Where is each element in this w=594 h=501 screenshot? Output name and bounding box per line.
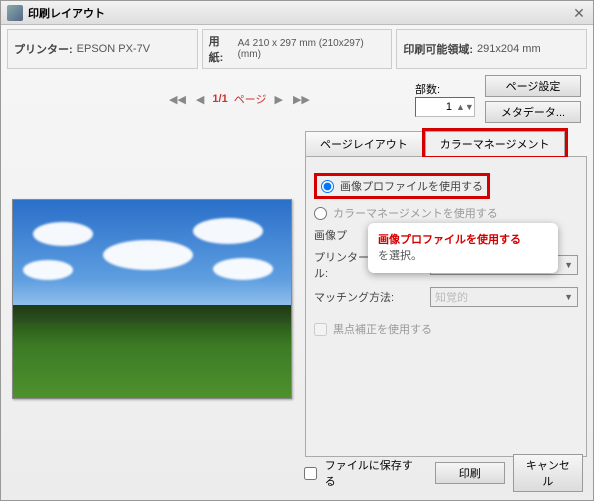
tab-color-management[interactable]: カラーマネージメント bbox=[425, 131, 565, 156]
chevron-down-icon: ▼ bbox=[564, 260, 573, 270]
pager: ◀◀ ◀ 1/1 ページ ▶ ▶▶ bbox=[167, 91, 312, 108]
next-page-icon[interactable]: ▶ bbox=[272, 91, 284, 108]
first-page-icon[interactable]: ◀◀ bbox=[167, 91, 188, 108]
tab-page-layout[interactable]: ページレイアウト bbox=[305, 131, 423, 156]
page-count: 1/1 bbox=[212, 93, 227, 105]
cancel-button[interactable]: キャンセル bbox=[513, 454, 583, 492]
titlebar: 印刷レイアウト ✕ bbox=[1, 1, 593, 25]
blackpoint-label: 黒点補正を使用する bbox=[333, 321, 432, 337]
metadata-button[interactable]: メタデータ... bbox=[485, 101, 581, 123]
use-image-profile-label: 画像プロファイルを使用する bbox=[340, 178, 483, 194]
prev-page-icon[interactable]: ◀ bbox=[194, 91, 206, 108]
use-image-profile-radio[interactable] bbox=[321, 180, 334, 193]
printable-area-info: 印刷可能領域: 291x204 mm bbox=[396, 29, 587, 69]
matching-method-value: 知覚的 bbox=[435, 289, 468, 305]
footer: ファイルに保存する 印刷 キャンセル bbox=[1, 454, 593, 492]
blackpoint-checkbox[interactable] bbox=[314, 323, 327, 336]
copies-input[interactable] bbox=[416, 100, 456, 114]
preview-pane bbox=[7, 131, 297, 467]
preview-image bbox=[12, 199, 292, 399]
tooltip-callout: 画像プロファイルを使用する を選択。 bbox=[368, 223, 558, 273]
stepper-arrows-icon[interactable]: ▲▼ bbox=[456, 102, 474, 112]
close-icon[interactable]: ✕ bbox=[571, 5, 587, 21]
save-to-file-checkbox[interactable] bbox=[304, 467, 317, 480]
use-color-management-row[interactable]: カラーマネージメントを使用する bbox=[314, 205, 578, 221]
print-button[interactable]: 印刷 bbox=[435, 462, 505, 484]
callout-line1: 画像プロファイルを使用する bbox=[378, 231, 548, 247]
matching-method-label: マッチング方法: bbox=[314, 289, 424, 305]
info-bar: プリンター: EPSON PX-7V 用紙: A4 210 x 297 mm (… bbox=[1, 25, 593, 73]
page-suffix: ページ bbox=[234, 91, 267, 107]
app-icon bbox=[7, 5, 23, 21]
paper-label: 用紙: bbox=[209, 33, 234, 65]
printer-info: プリンター: EPSON PX-7V bbox=[7, 29, 198, 69]
printer-value: EPSON PX-7V bbox=[77, 43, 150, 55]
color-panel: 画像プロファイルを使用する カラーマネージメントを使用する 画像プ プリンタープ… bbox=[305, 157, 587, 457]
callout-line2: を選択。 bbox=[378, 247, 548, 263]
page-setup-button[interactable]: ページ設定 bbox=[485, 75, 581, 97]
copies-stepper[interactable]: ▲▼ bbox=[415, 97, 475, 117]
tabs: ページレイアウト カラーマネージメント bbox=[305, 131, 587, 157]
window-title: 印刷レイアウト bbox=[28, 5, 571, 21]
area-label: 印刷可能領域: bbox=[403, 41, 473, 57]
use-image-profile-row[interactable]: 画像プロファイルを使用する bbox=[314, 173, 490, 199]
last-page-icon[interactable]: ▶▶ bbox=[291, 91, 312, 108]
chevron-down-icon: ▼ bbox=[564, 292, 573, 302]
area-value: 291x204 mm bbox=[477, 43, 541, 55]
copies-group: 部数: ▲▼ bbox=[415, 81, 475, 117]
use-color-management-radio[interactable] bbox=[314, 207, 327, 220]
printer-label: プリンター: bbox=[14, 41, 73, 57]
paper-value: A4 210 x 297 mm (210x297) (mm) bbox=[238, 38, 386, 60]
copies-label: 部数: bbox=[415, 81, 440, 97]
save-to-file-label: ファイルに保存する bbox=[325, 457, 419, 489]
matching-method-select[interactable]: 知覚的 ▼ bbox=[430, 287, 578, 307]
use-color-management-label: カラーマネージメントを使用する bbox=[333, 205, 498, 221]
paper-info: 用紙: A4 210 x 297 mm (210x297) (mm) bbox=[202, 29, 393, 69]
blackpoint-row[interactable]: 黒点補正を使用する bbox=[314, 321, 578, 337]
